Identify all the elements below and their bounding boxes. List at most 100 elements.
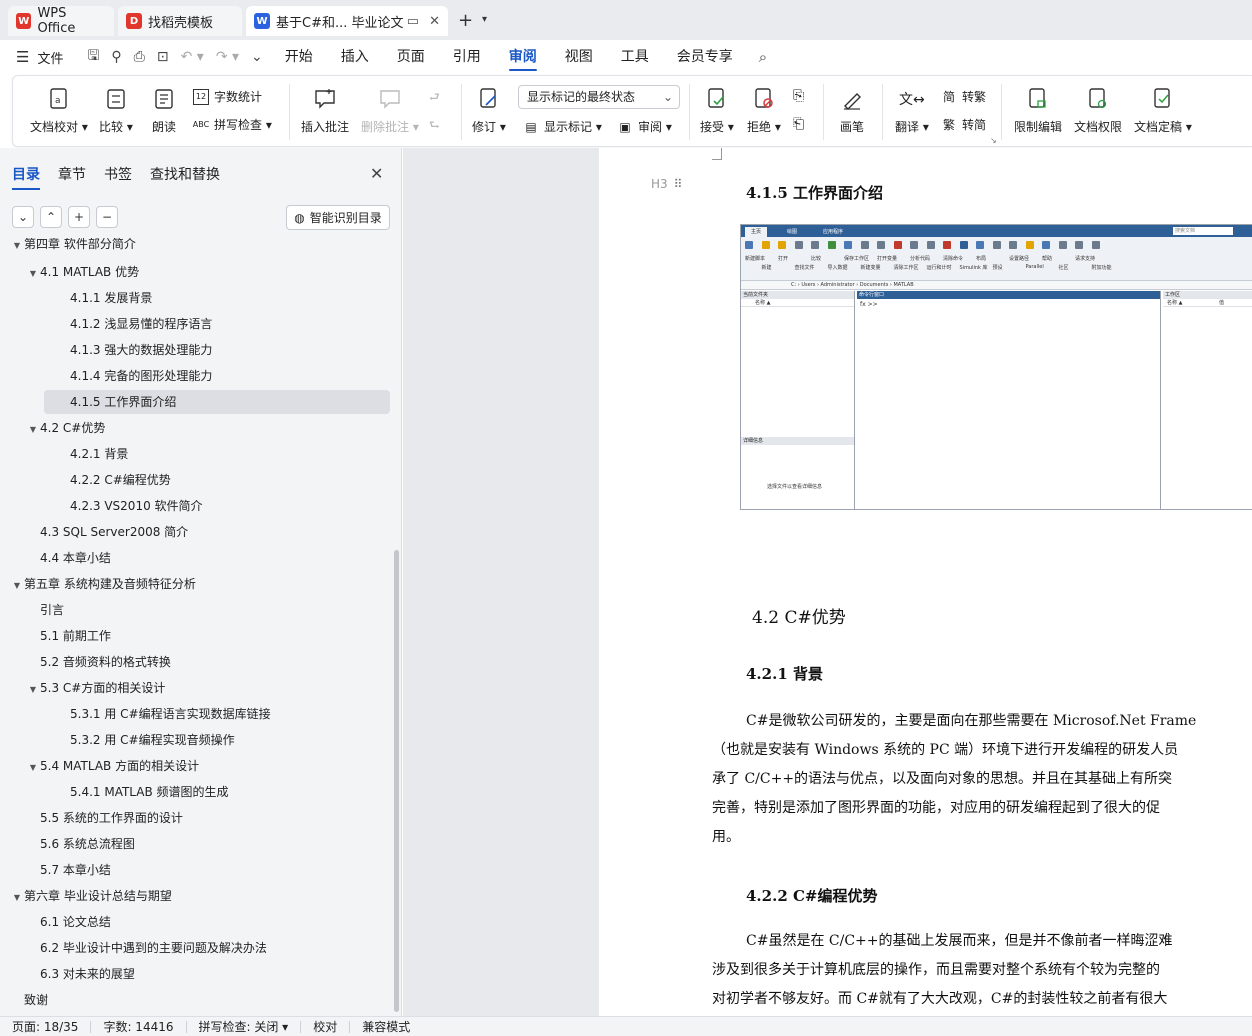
- new-tab-icon[interactable]: +: [458, 10, 473, 31]
- track-changes-button[interactable]: 修订 ▾: [472, 86, 506, 135]
- print-preview-icon[interactable]: ⊡: [157, 49, 169, 65]
- doc-permission-button[interactable]: 文档权限: [1074, 86, 1122, 135]
- review-pane-button[interactable]: ▣ 审阅 ▾: [617, 118, 672, 135]
- markup-state-select[interactable]: 显示标记的最终状态 ⌄: [518, 85, 680, 109]
- paragraph-line[interactable]: 承了 C/C++的语法与优点，以及面向对象的思想。并且在其基础上有所突: [712, 765, 1252, 794]
- tab-tools[interactable]: 工具: [621, 40, 649, 74]
- close-icon[interactable]: ✕: [429, 14, 440, 29]
- next-change-icon[interactable]: ⎗: [793, 116, 804, 132]
- tab-document[interactable]: W 基于C#和... 毕业论文 ▭ ✕: [246, 6, 448, 36]
- close-icon[interactable]: ✕: [370, 164, 383, 183]
- read-aloud-button[interactable]: 朗读: [151, 86, 177, 135]
- nav-tab-find-replace[interactable]: 查找和替换: [150, 164, 220, 184]
- heading-4-2-2[interactable]: 4.2.2 C#编程优势: [746, 885, 878, 906]
- tab-view[interactable]: 视图: [565, 40, 593, 74]
- toc-item[interactable]: 4.3 SQL Server2008 简介: [40, 520, 188, 544]
- toc-item[interactable]: 4.1.4 完备的图形处理能力: [70, 364, 212, 388]
- tab-insert[interactable]: 插入: [341, 40, 369, 74]
- tab-member[interactable]: 会员专享: [677, 40, 733, 74]
- toc-item[interactable]: 5.4.1 MATLAB 频谱图的生成: [70, 780, 229, 804]
- toc-item[interactable]: ▼ 4.1 MATLAB 优势: [26, 260, 139, 284]
- tab-wps-office[interactable]: W WPS Office: [8, 6, 114, 36]
- proof-status[interactable]: 校对: [301, 1020, 351, 1033]
- toc-item[interactable]: 4.1.3 强大的数据处理能力: [70, 338, 212, 362]
- toc-item[interactable]: 致谢: [24, 988, 48, 1012]
- chevron-down-icon[interactable]: ▼: [10, 238, 24, 258]
- show-markup-button[interactable]: ▤ 显示标记 ▾: [523, 118, 602, 135]
- toc-item[interactable]: ▼ 5.3 C#方面的相关设计: [26, 676, 165, 700]
- doc-finalize-button[interactable]: 文档定稿 ▾: [1134, 86, 1192, 135]
- toc-item[interactable]: ▼ 第五章 系统构建及音频特征分析: [10, 572, 196, 596]
- heading-4-2[interactable]: 4.2 C#优势: [752, 603, 846, 628]
- save-icon[interactable]: 🖫: [87, 45, 99, 69]
- chevron-down-icon[interactable]: ▼: [26, 262, 40, 286]
- paragraph-line[interactable]: 对初学者不够友好。而 C#就有了大大改观，C#的封装性较之前者有很大: [712, 985, 1252, 1014]
- toc-item[interactable]: 引言: [40, 598, 64, 622]
- toc-item[interactable]: ▼ 5.4 MATLAB 方面的相关设计: [26, 754, 199, 778]
- minus-icon[interactable]: −: [96, 206, 118, 228]
- toc-item[interactable]: 4.1.1 发展背景: [70, 286, 152, 310]
- menu-icon[interactable]: ☰: [16, 48, 29, 66]
- nav-scrollbar[interactable]: [394, 550, 399, 1012]
- tab-page[interactable]: 页面: [397, 40, 425, 74]
- pen-button[interactable]: 画笔: [839, 86, 865, 135]
- reject-button[interactable]: 拒绝 ▾: [747, 86, 781, 135]
- page-indicator[interactable]: 页面: 18/35: [0, 1020, 92, 1033]
- toc-item[interactable]: 5.6 系统总流程图: [40, 832, 135, 856]
- redo-icon[interactable]: ↷ ▾: [216, 49, 239, 65]
- paragraph-line[interactable]: 完善，特别是添加了图形界面的功能，对应用的研发编程起到了很大的促: [712, 794, 1252, 823]
- tab-reference[interactable]: 引用: [453, 40, 481, 74]
- paragraph-line[interactable]: C#虽然是在 C/C++的基础上发展而来，但是并不像前者一样晦涩难: [746, 927, 1252, 956]
- to-simplified-button[interactable]: 繁 转简: [941, 116, 986, 133]
- undo-icon[interactable]: ↶ ▾: [181, 49, 204, 65]
- paragraph-line[interactable]: （也就是安装有 Windows 系统的 PC 端）环境下进行开发编程的研发人员: [712, 736, 1252, 765]
- toc-item[interactable]: ▼ 第六章 毕业设计总结与期望: [10, 884, 172, 908]
- word-count-button[interactable]: 12 字数统计: [193, 88, 262, 105]
- nav-tab-bookmarks[interactable]: 书签: [104, 164, 132, 184]
- toc-item[interactable]: ▼ 4.2 C#优势: [26, 416, 105, 440]
- toc-item[interactable]: 5.1 前期工作: [40, 624, 111, 648]
- previous-comment-icon[interactable]: ⮐: [429, 88, 440, 109]
- spell-check-status[interactable]: 拼写检查: 关闭 ▾: [187, 1020, 302, 1033]
- paragraph-line[interactable]: 用。: [712, 823, 1252, 852]
- previous-change-icon[interactable]: ⎘: [793, 88, 804, 104]
- chevron-down-icon[interactable]: ▼: [10, 886, 24, 910]
- dialog-launcher-icon[interactable]: ↘: [990, 136, 997, 145]
- heading-4-1-5[interactable]: 4.1.5 工作界面介绍: [746, 182, 883, 203]
- paragraph-line[interactable]: C#是微软公司研发的，主要是面向在那些需要在 Microsof.Net Fram…: [746, 707, 1252, 736]
- float-window-icon[interactable]: ▭: [407, 14, 419, 29]
- nav-tab-toc[interactable]: 目录: [12, 164, 40, 190]
- toc-item[interactable]: 4.2.2 C#编程优势: [70, 468, 171, 492]
- word-count-indicator[interactable]: 字数: 14416: [91, 1020, 187, 1033]
- chevron-down-icon[interactable]: ▼: [10, 574, 24, 598]
- chevron-down-icon[interactable]: ▾: [482, 14, 487, 25]
- paragraph-line[interactable]: 涉及到很多关于计算机底层的操作，而且需要对整个系统有个较为完整的: [712, 956, 1252, 985]
- toc-item[interactable]: ▼ 第四章 软件部分简介: [10, 238, 136, 256]
- toc-item[interactable]: 5.3.1 用 C#编程语言实现数据库链接: [70, 702, 271, 726]
- file-menu[interactable]: 文件: [37, 48, 63, 67]
- more-icon[interactable]: ⌄: [251, 49, 263, 65]
- toc-item[interactable]: 5.3.2 用 C#编程实现音频操作: [70, 728, 235, 752]
- toc-item[interactable]: 4.1.2 浅显易懂的程序语言: [70, 312, 212, 336]
- translate-button[interactable]: 文↔ 翻译 ▾: [895, 86, 929, 135]
- toc-item[interactable]: 4.4 本章小结: [40, 546, 111, 570]
- toc-item[interactable]: 4.2.3 VS2010 软件简介: [70, 494, 203, 518]
- tab-review[interactable]: 审阅: [508, 40, 537, 74]
- smart-toc-button[interactable]: ◍ 智能识别目录: [286, 205, 390, 230]
- next-comment-icon[interactable]: ⮑: [429, 116, 440, 137]
- heading-4-2-1[interactable]: 4.2.1 背景: [746, 663, 823, 684]
- spell-check-button[interactable]: ABC 拼写检查 ▾: [193, 116, 272, 133]
- delete-comment-button[interactable]: 删除批注 ▾: [361, 86, 419, 135]
- accept-button[interactable]: 接受 ▾: [700, 86, 734, 135]
- toc-item[interactable]: 6.3 对未来的展望: [40, 962, 135, 986]
- chevron-down-icon[interactable]: ▼: [26, 418, 40, 442]
- chevron-down-icon[interactable]: ▼: [26, 678, 40, 702]
- plus-icon[interactable]: +: [68, 206, 90, 228]
- tab-home[interactable]: 开始: [285, 40, 313, 74]
- document-page[interactable]: 4.1.5 工作界面介绍 主页 绘图 应用程序 搜索文档 新建脚本 新建 打开 查找文…: [599, 148, 1252, 1016]
- chevron-down-icon[interactable]: ⌄: [12, 206, 34, 228]
- drag-handle-icon[interactable]: ⠿: [674, 177, 683, 191]
- restrict-edit-button[interactable]: 限制编辑: [1014, 86, 1062, 135]
- doc-proof-button[interactable]: a 文档校对 ▾: [30, 86, 88, 135]
- tab-template[interactable]: D 找稻壳模板: [118, 6, 242, 36]
